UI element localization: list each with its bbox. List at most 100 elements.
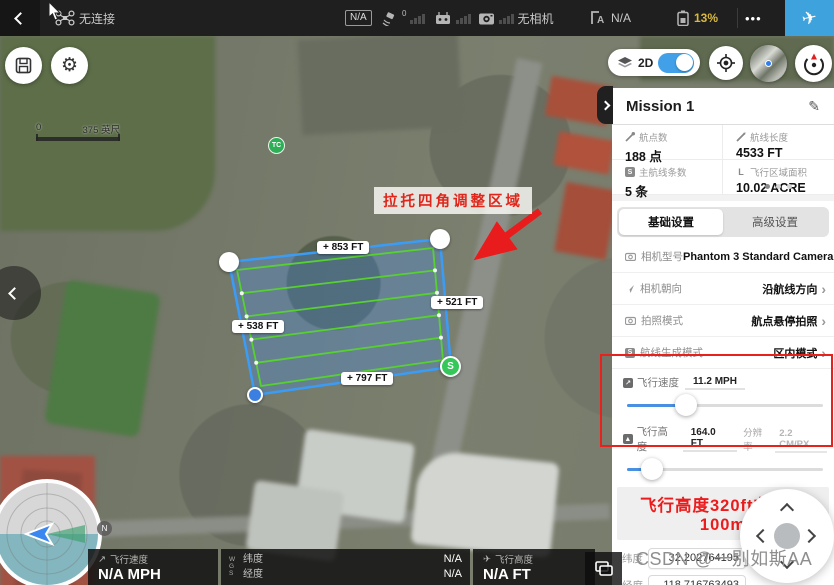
edge-distance-label[interactable]: + 853 FT [317, 241, 369, 254]
save-icon [15, 57, 32, 74]
camera-status-text: 无相机 [518, 10, 554, 27]
stat-area: L飞行区域面积 10.02 ACRE [723, 160, 834, 195]
setting-photo-mode[interactable]: 拍照模式 航点悬停拍照 › [612, 305, 834, 337]
chevron-right-icon: › [821, 281, 826, 297]
direction-icon [625, 284, 635, 294]
resolution-label: 分辨率 [743, 425, 770, 453]
rc-status[interactable] [434, 0, 471, 36]
telemetry-position: WGS 纬度N/A 经度N/A [221, 549, 470, 585]
slider-knob[interactable] [641, 458, 663, 480]
corner-handle-selected[interactable] [247, 387, 263, 403]
telemetry-speed-label: 飞行速度 [110, 552, 148, 566]
mission-title: Mission 1 [626, 98, 808, 115]
longitude-field[interactable]: 118.716763493 [648, 575, 746, 585]
flight-altitude-slider[interactable] [627, 458, 823, 480]
locate-button[interactable] [709, 46, 743, 80]
battery-status[interactable]: 13% [676, 0, 718, 36]
start-point-marker[interactable]: S [440, 356, 461, 377]
stat-route-length: 航线长度 4533 FT [723, 125, 834, 160]
view-mode-control[interactable]: 2D [608, 49, 700, 76]
map-marker-tc: TC [268, 137, 285, 154]
edge-distance-label[interactable]: + 521 FT [431, 296, 483, 309]
svg-text:A: A [597, 15, 604, 26]
speed-icon: ↗ [623, 378, 633, 388]
drag-corners-annotation: 拉托四角调整区域 [374, 187, 532, 214]
minimap-button[interactable] [750, 45, 787, 82]
tab-advanced-settings[interactable]: 高级设置 [723, 209, 827, 235]
flight-mode-icon: A [590, 10, 607, 26]
chevron-right-icon: › [821, 313, 826, 329]
map-type-button[interactable] [585, 552, 622, 585]
camera-icon [478, 12, 495, 25]
nudge-right-icon[interactable] [802, 529, 816, 543]
telemetry-speed: ↗飞行速度 N/A MPH [88, 549, 218, 585]
settings-button[interactable]: ⚙ [51, 47, 88, 84]
lng-label: 经度 [243, 567, 263, 582]
compass-icon [802, 52, 826, 76]
map-texture [410, 449, 559, 558]
telemetry-altitude: ✈ 飞行高度 N/A FT [473, 549, 595, 585]
nudge-left-icon[interactable] [756, 529, 770, 543]
lat-label: 纬度 [243, 552, 263, 567]
setting-camera-heading[interactable]: 相机朝向 沿航线方向 › [612, 273, 834, 305]
map-layers-icon [594, 560, 614, 578]
mouse-cursor [48, 2, 62, 22]
corner-handle[interactable] [219, 252, 239, 272]
flight-speed-slider[interactable] [627, 394, 823, 416]
corner-handle[interactable] [430, 229, 450, 249]
more-menu-button[interactable]: ••• [745, 0, 762, 36]
aircraft-status[interactable]: 无连接 [55, 0, 115, 36]
speed-arrow-icon: ↗ [98, 554, 106, 565]
gps-status[interactable]: 0 [381, 0, 425, 36]
tab-basic-settings[interactable]: 基础设置 [619, 209, 723, 235]
edge-distance-label[interactable]: + 538 FT [232, 320, 284, 333]
app-window: S + 853 FT + 521 FT + 538 FT + 797 FT TC… [0, 0, 834, 585]
2d-toggle[interactable] [658, 53, 694, 73]
camera-icon [625, 252, 636, 261]
nudge-up-icon[interactable] [780, 503, 794, 517]
slider-knob[interactable] [675, 394, 697, 416]
compass-button[interactable] [795, 45, 832, 82]
setting-camera-model[interactable]: 相机型号 Phantom 3 Standard Camera › [612, 241, 834, 273]
map-texture [553, 131, 614, 174]
telemetry-altitude-value: N/A FT [483, 566, 587, 583]
map-scale-bar: 0 375 英尺 [36, 122, 120, 141]
takeoff-button[interactable]: ✈ [785, 0, 834, 36]
setting-route-mode[interactable]: S 航线生成模式 区内模式 › [612, 337, 834, 369]
chevron-right-icon [600, 100, 610, 110]
longitude-label: 经度 [622, 578, 648, 585]
edit-mission-icon[interactable]: ✎ [808, 98, 820, 115]
stat-main-lines: S主航线条数 5 条 [612, 160, 723, 195]
flight-speed-value: 11.2 MPH [685, 376, 745, 390]
scale-distance: 375 英尺 [83, 122, 121, 136]
altitude-plane-icon: ✈ [483, 554, 491, 565]
s-route-icon: S [625, 167, 635, 177]
flightmode-status[interactable]: A N/A [590, 0, 631, 36]
chevron-left-icon [14, 12, 27, 25]
panel-collapse-button[interactable] [597, 86, 613, 124]
mission-stats: 航点数 188 点 航线长度 4533 FT S主航线条数 5 条 L飞行区域面… [612, 125, 834, 201]
stats-page-dots[interactable] [765, 184, 792, 189]
back-button[interactable] [0, 0, 40, 36]
flight-altitude-setting: ▲飞行高度 164.0 FT 分辨率2.2 CM/PX [612, 418, 834, 482]
scale-bar-line [36, 137, 120, 141]
settings-tabs: 基础设置 高级设置 [617, 207, 829, 237]
minimap-location-dot [765, 60, 772, 67]
mission-header: Mission 1 ✎ [612, 88, 834, 125]
telemetry-altitude-label: 飞行高度 [495, 552, 533, 566]
map-texture [554, 182, 617, 260]
flight-mode-badge: N/A [345, 0, 372, 36]
connection-status: 无连接 [79, 10, 115, 27]
watermark: CSDN @一别如斯AA [636, 545, 812, 571]
save-mission-button[interactable] [5, 47, 42, 84]
gps-count: 0 [402, 9, 406, 18]
edge-distance-label[interactable]: + 797 FT [341, 372, 393, 385]
start-point-label: S [447, 361, 454, 372]
camera-status[interactable]: 无相机 [478, 0, 554, 36]
top-status-bar: 无连接 N/A 0 无相机 A N/A 13% ••• ✈ [0, 0, 834, 36]
map-texture [44, 279, 161, 437]
map-texture [298, 32, 463, 135]
resolution-value: 2.2 CM/PX [775, 428, 827, 453]
battery-icon [676, 10, 690, 26]
flight-mode-value: N/A [611, 11, 631, 25]
